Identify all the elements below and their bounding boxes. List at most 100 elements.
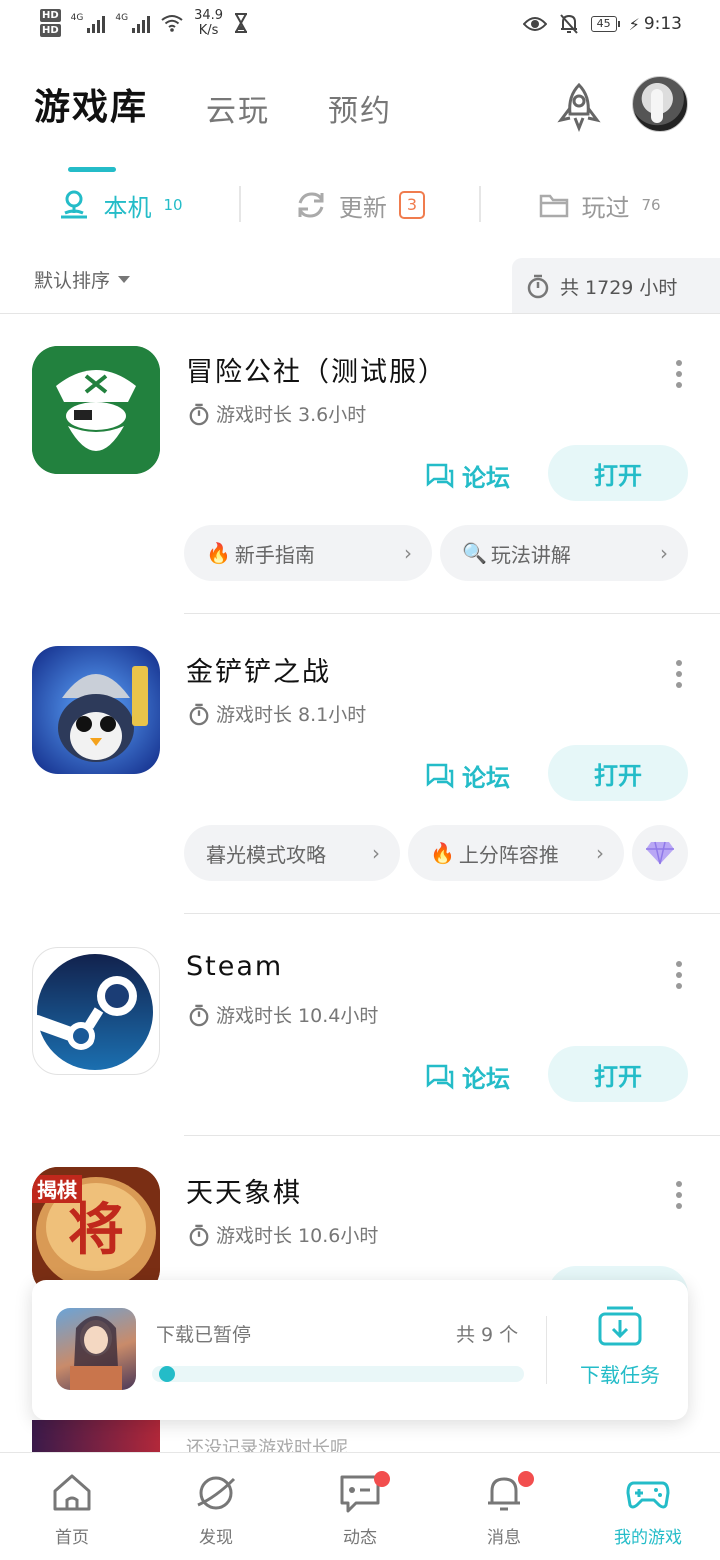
chip-label: 上分阵容推	[458, 842, 559, 867]
open-button[interactable]: 打开	[548, 445, 688, 501]
update-count-badge: 3	[398, 191, 426, 219]
chip-label: 新手指南	[234, 542, 315, 567]
forum-label: 论坛	[462, 764, 510, 792]
game-icon-chess[interactable]: 将 揭棋	[32, 1167, 160, 1295]
subtab-played-label: 玩过	[581, 193, 630, 222]
nav-my-games[interactable]: 我的游戏	[576, 1453, 720, 1560]
game-name[interactable]: Steam	[186, 951, 283, 982]
refresh-icon	[298, 192, 324, 218]
subtab-local-label: 本机	[103, 193, 152, 222]
pirate-icon	[32, 346, 160, 474]
chess-piece-icon: 将 揭棋	[32, 1167, 160, 1295]
notification-dot	[374, 1471, 390, 1487]
download-bar[interactable]: 下载已暂停 共 9 个 下载任务	[32, 1280, 688, 1420]
forum-button[interactable]: 论坛	[426, 758, 510, 793]
game-playtime: 游戏时长 8.1小时	[188, 700, 366, 727]
game-name[interactable]: 金铲铲之战	[186, 650, 331, 689]
timer-icon	[189, 703, 209, 725]
total-playtime-text: 共 1729 小时	[560, 276, 678, 299]
divider	[0, 313, 720, 314]
game-icon-golden-spatula[interactable]	[32, 646, 160, 774]
game-icon-adventure[interactable]	[32, 346, 160, 474]
divider	[184, 913, 720, 914]
chip-more[interactable]	[632, 825, 688, 881]
chip-beginner-guide[interactable]: 🔥 新手指南 ›	[184, 525, 432, 581]
game-playtime: 游戏时长 10.6小时	[188, 1221, 378, 1248]
download-count: 共 9 个	[456, 1324, 519, 1346]
signal-icon-2: 4G	[115, 13, 151, 33]
steam-icon	[33, 954, 153, 1070]
tab-cloud-play[interactable]: 云玩	[206, 86, 270, 130]
total-playtime: 共 1729 小时	[512, 258, 720, 314]
sort-label: 默认排序	[34, 270, 111, 292]
top-tabs: 游戏库 云玩 预约	[34, 78, 392, 172]
nav-home-label: 首页	[55, 1528, 89, 1548]
download-tasks-button[interactable]: 下载任务	[568, 1304, 672, 1388]
game-name[interactable]: 天天象棋	[186, 1171, 302, 1210]
subtab-local-count: 10	[163, 196, 183, 214]
battery-icon: 45	[590, 16, 620, 32]
chip-lineup-recommend[interactable]: 🔥 上分阵容推 ›	[408, 825, 624, 881]
nav-messages[interactable]: 消息	[432, 1453, 576, 1560]
more-options-icon[interactable]	[676, 660, 684, 688]
divider	[184, 1135, 720, 1136]
divider	[546, 1316, 547, 1384]
open-button[interactable]: 打开	[548, 1046, 688, 1102]
nav-home[interactable]: 首页	[0, 1453, 144, 1560]
forum-icon	[426, 763, 454, 789]
forum-icon	[426, 463, 454, 489]
subtab-update-label: 更新	[338, 193, 387, 222]
timer-icon	[189, 403, 209, 425]
download-progress-bar	[152, 1366, 524, 1382]
forum-button[interactable]: 论坛	[426, 1059, 510, 1094]
fire-icon: 🔥	[206, 541, 231, 565]
nav-discover[interactable]: 发现	[144, 1453, 288, 1560]
game-playtime-text: 游戏时长 3.6小时	[216, 404, 367, 426]
more-options-icon[interactable]	[676, 360, 684, 388]
subtab-update[interactable]: 更新 3	[240, 182, 480, 228]
network-type-2: 4G	[115, 13, 129, 23]
timer-icon	[189, 1224, 209, 1246]
rocket-icon[interactable]	[554, 82, 604, 132]
location-user-icon	[61, 190, 88, 219]
subtab-played[interactable]: 玩过 76	[480, 182, 720, 228]
subtab-divider	[239, 186, 241, 222]
speed-unit: K/s	[198, 23, 219, 38]
chip-label: 玩法讲解	[490, 542, 571, 567]
avatar[interactable]	[632, 76, 688, 132]
network-type-1: 4G	[70, 13, 84, 23]
more-options-icon[interactable]	[676, 1181, 684, 1209]
magnifier-icon: 🔍	[462, 541, 487, 565]
nav-discover-label: 发现	[199, 1528, 233, 1548]
chevron-right-icon: ›	[596, 841, 604, 865]
nav-feed-label: 动态	[343, 1528, 377, 1548]
signal-icon-1: 4G	[71, 13, 106, 33]
hd-label-2: HD	[40, 24, 61, 37]
subtab-local[interactable]: 本机 10	[0, 182, 240, 228]
hd-label-1: HD	[40, 9, 61, 22]
chess-piece-glyph: 将	[68, 1198, 124, 1263]
game-playtime-text: 游戏时长 10.6小时	[216, 1225, 379, 1247]
tab-reservation[interactable]: 预约	[328, 86, 392, 130]
tab-game-library[interactable]: 游戏库	[34, 78, 148, 172]
subtab-played-count: 76	[641, 196, 661, 214]
download-tasks-label: 下载任务	[580, 1363, 660, 1387]
game-icon-partial[interactable]	[32, 1420, 160, 1452]
caret-down-icon	[118, 276, 131, 283]
nav-feed[interactable]: 动态	[288, 1453, 432, 1560]
game-name[interactable]: 冒险公社（测试服）	[186, 350, 447, 389]
more-options-icon[interactable]	[676, 961, 684, 989]
network-speed: 34.9 K/s	[194, 8, 223, 38]
open-button[interactable]: 打开	[548, 745, 688, 801]
forum-icon	[426, 1064, 454, 1090]
chip-twilight-guide[interactable]: 暮光模式攻略 ›	[184, 825, 400, 881]
chip-label: 暮光模式攻略	[206, 842, 326, 867]
chip-gameplay-explained[interactable]: 🔍 玩法讲解 ›	[440, 525, 688, 581]
chevron-right-icon: ›	[372, 841, 380, 865]
eye-icon	[522, 17, 547, 31]
game-icon-steam[interactable]	[32, 947, 160, 1075]
sub-tabs: 本机 10 更新 3 玩过 76	[0, 182, 720, 228]
charging-icon: ⚡	[628, 14, 640, 34]
forum-button[interactable]: 论坛	[426, 458, 510, 493]
sort-dropdown[interactable]: 默认排序	[34, 266, 131, 293]
